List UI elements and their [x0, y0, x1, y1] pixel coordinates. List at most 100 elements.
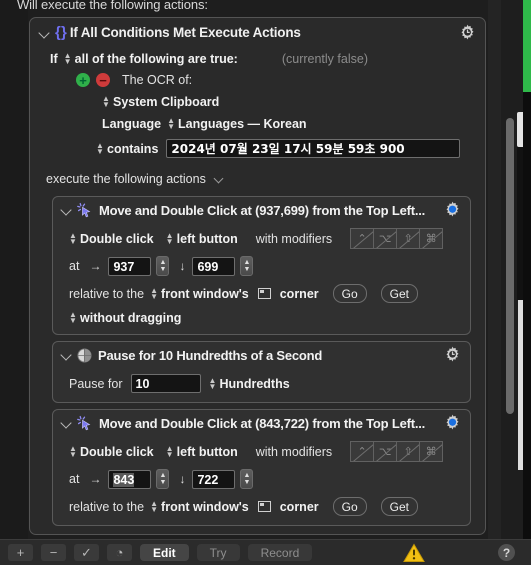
condition-status: (currently false) — [281, 52, 368, 66]
updown-arrows-icon: ▲ ▼ — [69, 443, 77, 459]
action-card-move-double-click-2[interactable]: Move and Double Click at (843,722) from … — [52, 409, 471, 526]
ocr-condition-row: + − The OCR of: — [30, 68, 485, 89]
option-key-toggle[interactable]: ⌥ — [374, 228, 398, 249]
help-button[interactable]: ? — [498, 544, 515, 561]
if-condition-row: If ▲ ▼ all of the following are true: (cu… — [30, 47, 485, 68]
chevron-down-icon[interactable] — [60, 348, 74, 362]
y-stepper[interactable]: ▲ ▼ — [240, 256, 254, 276]
x-coordinate-input[interactable]: 843 — [108, 469, 152, 489]
y-stepper[interactable]: ▲ ▼ — [240, 469, 254, 489]
get-button[interactable]: Get — [380, 284, 418, 303]
match-text-input[interactable]: 2024년 07월 23일 17시 59분 59초 900 — [166, 139, 461, 158]
x-stepper[interactable]: ▲ ▼ — [156, 256, 170, 276]
updown-arrows-icon: ▲ ▼ — [165, 443, 174, 459]
language-popup[interactable]: ▲ ▼ Languages — Korean — [167, 116, 306, 132]
corner-label: corner — [279, 499, 319, 514]
pause-duration-input[interactable]: 10 — [130, 374, 201, 393]
modifier-key-group[interactable]: ⌃ ⌥ ⇧ ⌘ — [350, 228, 444, 249]
shift-key-toggle[interactable]: ⇧ — [397, 441, 421, 462]
try-button[interactable]: Try — [196, 544, 240, 561]
mouse-button-popup[interactable]: ▲ ▼ left button — [166, 231, 238, 246]
action-header[interactable]: Move and Double Click at (937,699) from … — [53, 197, 470, 223]
click-type-value: Double click — [80, 231, 154, 246]
gear-icon[interactable] — [458, 23, 477, 42]
go-button[interactable]: Go — [332, 497, 367, 516]
mouse-button-value: left button — [176, 444, 238, 459]
relative-target-value: front window's — [161, 499, 249, 514]
corner-selector-icon[interactable] — [257, 501, 271, 512]
vertical-arrow-icon: ↓ — [179, 259, 186, 273]
enable-checkmark-button[interactable]: ✓ — [74, 544, 99, 561]
action-body: ▲ ▼ Double click ▲ ▼ left button with modi… — [53, 436, 470, 525]
chevron-down-icon[interactable] — [60, 203, 74, 217]
mouse-button-popup[interactable]: ▲ ▼ left button — [165, 443, 238, 459]
if-all-conditions-action-card[interactable]: { } If All Conditions Met Execute Action… — [29, 17, 486, 535]
modifiers-label: with modifiers — [255, 444, 333, 459]
x-coordinate-input[interactable]: 937 — [108, 256, 152, 276]
action-card-move-double-click-1[interactable]: Move and Double Click at (937,699) from … — [52, 196, 471, 335]
action-list-scroll-area[interactable]: Will execute the following actions: { } … — [0, 0, 516, 540]
chevron-down-icon[interactable] — [215, 174, 225, 184]
go-button[interactable]: Go — [332, 284, 367, 303]
corner-selector-icon[interactable] — [257, 288, 271, 299]
command-key-toggle[interactable]: ⌘ — [420, 441, 444, 462]
condition-mode-popup[interactable]: ▲ ▼ all of the following are true: — [64, 52, 238, 67]
gear-icon[interactable] — [443, 201, 462, 220]
remove-action-button[interactable]: − — [41, 544, 66, 561]
comparison-label: contains — [107, 141, 159, 156]
page-caption: Will execute the following actions: — [17, 0, 208, 12]
drag-popup[interactable]: ▲ ▼ without dragging — [69, 310, 181, 326]
y-coordinate-input[interactable]: 699 — [192, 256, 236, 276]
vertical-scrollbar-thumb[interactable] — [506, 118, 514, 414]
control-key-toggle[interactable]: ⌃ — [350, 441, 375, 462]
relative-target-popup[interactable]: ▲ ▼ front window's — [150, 286, 249, 301]
click-type-popup[interactable]: ▲ ▼ Double click — [69, 443, 154, 459]
action-header[interactable]: Move and Double Click at (843,722) from … — [53, 410, 470, 436]
x-stepper[interactable]: ▲ ▼ — [156, 469, 170, 489]
pause-unit-popup[interactable]: ▲ ▼ Hundredths — [209, 376, 290, 391]
y-coordinate-input[interactable]: 722 — [192, 469, 236, 489]
action-card-pause[interactable]: Pause for 10 Hundredths of a Second Paus… — [52, 341, 471, 403]
action-title: Move and Double Click at (843,722) from … — [99, 415, 426, 431]
mouse-button-value: left button — [176, 231, 238, 246]
relative-target-popup[interactable]: ▲ ▼ front window's — [150, 498, 249, 514]
relative-target-value: front window's — [161, 286, 249, 301]
chevron-down-icon[interactable] — [60, 416, 74, 430]
schedule-clock-button[interactable]: ◔ — [107, 544, 132, 561]
group-header[interactable]: { } If All Conditions Met Execute Action… — [30, 18, 485, 47]
record-button[interactable]: Record — [247, 544, 313, 561]
updown-arrows-icon: ▲ ▼ — [150, 498, 158, 514]
updown-arrows-icon: ▲ ▼ — [69, 310, 77, 325]
modifier-key-group[interactable]: ⌃ ⌥ ⇧ ⌘ — [350, 441, 444, 462]
chevron-down-icon[interactable] — [38, 26, 52, 40]
keyboard-maestro-editor-window: Will execute the following actions: { } … — [0, 0, 531, 565]
minus-circle-icon[interactable]: − — [96, 73, 110, 87]
action-body: ▲ ▼ Double click ▲ ▼ left button with modi… — [53, 223, 470, 334]
vertical-scrollbar-track[interactable] — [488, 0, 501, 540]
shift-key-toggle[interactable]: ⇧ — [397, 228, 421, 249]
option-key-toggle[interactable]: ⌥ — [374, 441, 398, 462]
get-button[interactable]: Get — [380, 497, 418, 516]
warning-triangle-icon[interactable] — [403, 543, 425, 562]
gear-icon[interactable] — [443, 414, 462, 433]
gear-icon[interactable] — [443, 346, 462, 365]
control-key-toggle[interactable]: ⌃ — [350, 228, 375, 249]
action-header[interactable]: Pause for 10 Hundredths of a Second — [53, 342, 470, 368]
pause-for-label: Pause for — [69, 376, 123, 391]
language-label: Language — [102, 117, 162, 131]
updown-arrows-icon: ▲ ▼ — [167, 116, 175, 131]
group-title: If All Conditions Met Execute Actions — [69, 25, 301, 40]
click-type-popup[interactable]: ▲ ▼ Double click — [69, 231, 154, 246]
command-key-toggle[interactable]: ⌘ — [420, 228, 444, 249]
plus-circle-icon[interactable]: + — [76, 73, 90, 87]
updown-arrows-icon: ▲ ▼ — [96, 140, 104, 156]
add-action-button[interactable]: + — [8, 544, 33, 561]
coordinates-row: at → 843 ▲ ▼ ↓ 722 ▲ ▼ — [53, 464, 470, 491]
click-cursor-icon — [77, 202, 93, 218]
ocr-source-popup[interactable]: ▲ ▼ System Clipboard — [102, 95, 219, 110]
braces-icon: { } — [55, 24, 67, 41]
comparison-popup[interactable]: ▲ ▼ contains — [96, 140, 159, 156]
edit-button[interactable]: Edit — [140, 544, 189, 561]
pause-duration-row: Pause for 10 ▲ ▼ Hundredths — [53, 370, 470, 395]
ocr-language-row: Language ▲ ▼ Languages — Korean — [30, 111, 485, 133]
